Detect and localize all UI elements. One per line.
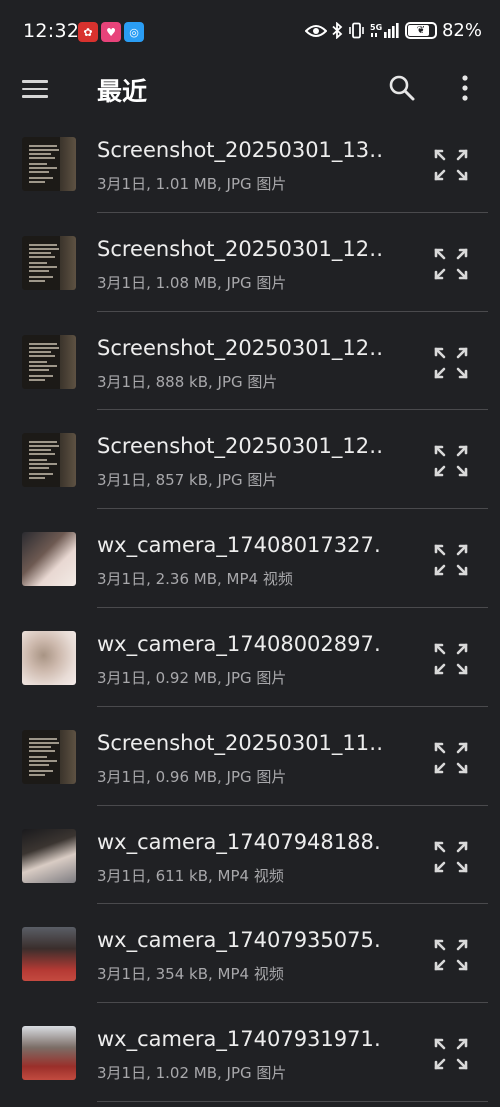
page-title: 最近 [97, 77, 148, 106]
file-row[interactable]: wx_camera_17408002897… 3月1日, 0.92 MB, JPG… [0, 608, 500, 707]
bluetooth-icon [332, 22, 343, 39]
file-thumbnail [22, 729, 76, 784]
file-meta: 3月1日, 0.92 MB, JPG 图片 [97, 668, 287, 687]
file-meta: 3月1日, 354 kB, MP4 视频 [97, 965, 284, 984]
file-name: wx_camera_17408002897… [97, 631, 382, 656]
file-thumbnail [22, 334, 76, 389]
app-bar: 最近 [0, 64, 500, 114]
battery-saver-icon: ❦ [404, 22, 437, 39]
file-thumbnail [22, 828, 76, 883]
file-meta: 3月1日, 1.08 MB, JPG 图片 [97, 273, 287, 292]
file-thumbnail [22, 927, 76, 982]
battery-percent: 82% [441, 20, 482, 41]
file-name: Screenshot_20250301_13… [97, 138, 382, 162]
file-row[interactable]: wx_camera_17407948188… 3月1日, 611 kB, MP4 … [0, 806, 500, 905]
file-thumbnail [22, 433, 76, 488]
file-name: wx_camera_17407931971… [97, 1027, 382, 1052]
expand-icon[interactable] [432, 147, 470, 183]
file-row[interactable]: wx_camera_17407935075… 3月1日, 354 kB, MP4 … [0, 904, 500, 1003]
file-row[interactable]: Screenshot_20250301_12… 3月1日, 857 kB, JPG… [0, 410, 500, 509]
file-name: Screenshot_20250301_12… [97, 335, 382, 360]
file-row[interactable]: wx_camera_17408017327… 3月1日, 2.36 MB, MP4… [0, 509, 500, 608]
file-thumbnail [22, 630, 76, 685]
eye-icon [304, 24, 327, 38]
file-meta: 3月1日, 2.36 MB, MP4 视频 [97, 570, 293, 589]
file-name: wx_camera_17407948188… [97, 829, 382, 854]
more-vert-icon[interactable] [454, 72, 476, 104]
file-meta: 3月1日, 1.02 MB, JPG 图片 [97, 1064, 287, 1083]
app-notification-icon-red: ✿ [78, 22, 98, 42]
expand-icon[interactable] [432, 1036, 470, 1072]
file-name: Screenshot_20250301_12… [97, 434, 382, 459]
file-list: Screenshot_20250301_13… 3月1日, 1.01 MB, JP… [0, 114, 500, 1102]
system-icons: 5G ❦ 82% [304, 20, 482, 41]
expand-icon[interactable] [432, 740, 470, 776]
file-thumbnail [22, 137, 76, 191]
search-icon[interactable] [386, 72, 418, 104]
file-meta: 3月1日, 0.96 MB, JPG 图片 [97, 767, 287, 786]
expand-icon[interactable] [432, 345, 470, 381]
file-name: Screenshot_20250301_12… [97, 236, 382, 261]
expand-icon[interactable] [432, 641, 470, 677]
expand-icon[interactable] [432, 246, 470, 282]
app-notification-icon-blue: ◎ [124, 22, 144, 42]
notification-icons: ✿ ♥ ◎ [78, 22, 144, 42]
svg-text:5G: 5G [370, 23, 382, 32]
status-time: 12:32 [23, 20, 80, 42]
expand-icon[interactable] [432, 839, 470, 875]
vibrate-icon [348, 22, 365, 39]
file-thumbnail [22, 235, 76, 290]
file-meta: 3月1日, 888 kB, JPG 图片 [97, 372, 278, 391]
file-row[interactable]: Screenshot_20250301_12… 3月1日, 1.08 MB, JP… [0, 213, 500, 312]
expand-icon[interactable] [432, 542, 470, 578]
file-meta: 3月1日, 857 kB, JPG 图片 [97, 471, 278, 490]
status-bar: 12:32 ✿ ♥ ◎ 5G ❦ 82% [0, 0, 500, 64]
file-row[interactable]: wx_camera_17407931971… 3月1日, 1.02 MB, JPG… [0, 1003, 500, 1102]
file-meta: 3月1日, 1.01 MB, JPG 图片 [97, 175, 287, 193]
signal-5g-icon: 5G [370, 22, 400, 39]
file-name: wx_camera_17407935075… [97, 928, 382, 953]
file-row[interactable]: Screenshot_20250301_11… 3月1日, 0.96 MB, JP… [0, 707, 500, 806]
menu-icon[interactable] [22, 75, 52, 103]
file-row[interactable]: Screenshot_20250301_12… 3月1日, 888 kB, JPG… [0, 312, 500, 411]
file-row[interactable]: Screenshot_20250301_13… 3月1日, 1.01 MB, JP… [0, 114, 500, 213]
file-thumbnail [22, 532, 76, 587]
file-meta: 3月1日, 611 kB, MP4 视频 [97, 866, 284, 885]
leaf-icon: ❦ [416, 25, 426, 36]
file-name: wx_camera_17408017327… [97, 533, 382, 558]
app-notification-icon-pink: ♥ [101, 22, 121, 42]
file-thumbnail [22, 1026, 76, 1081]
file-name: Screenshot_20250301_11… [97, 730, 382, 755]
expand-icon[interactable] [432, 937, 470, 973]
expand-icon[interactable] [432, 443, 470, 479]
